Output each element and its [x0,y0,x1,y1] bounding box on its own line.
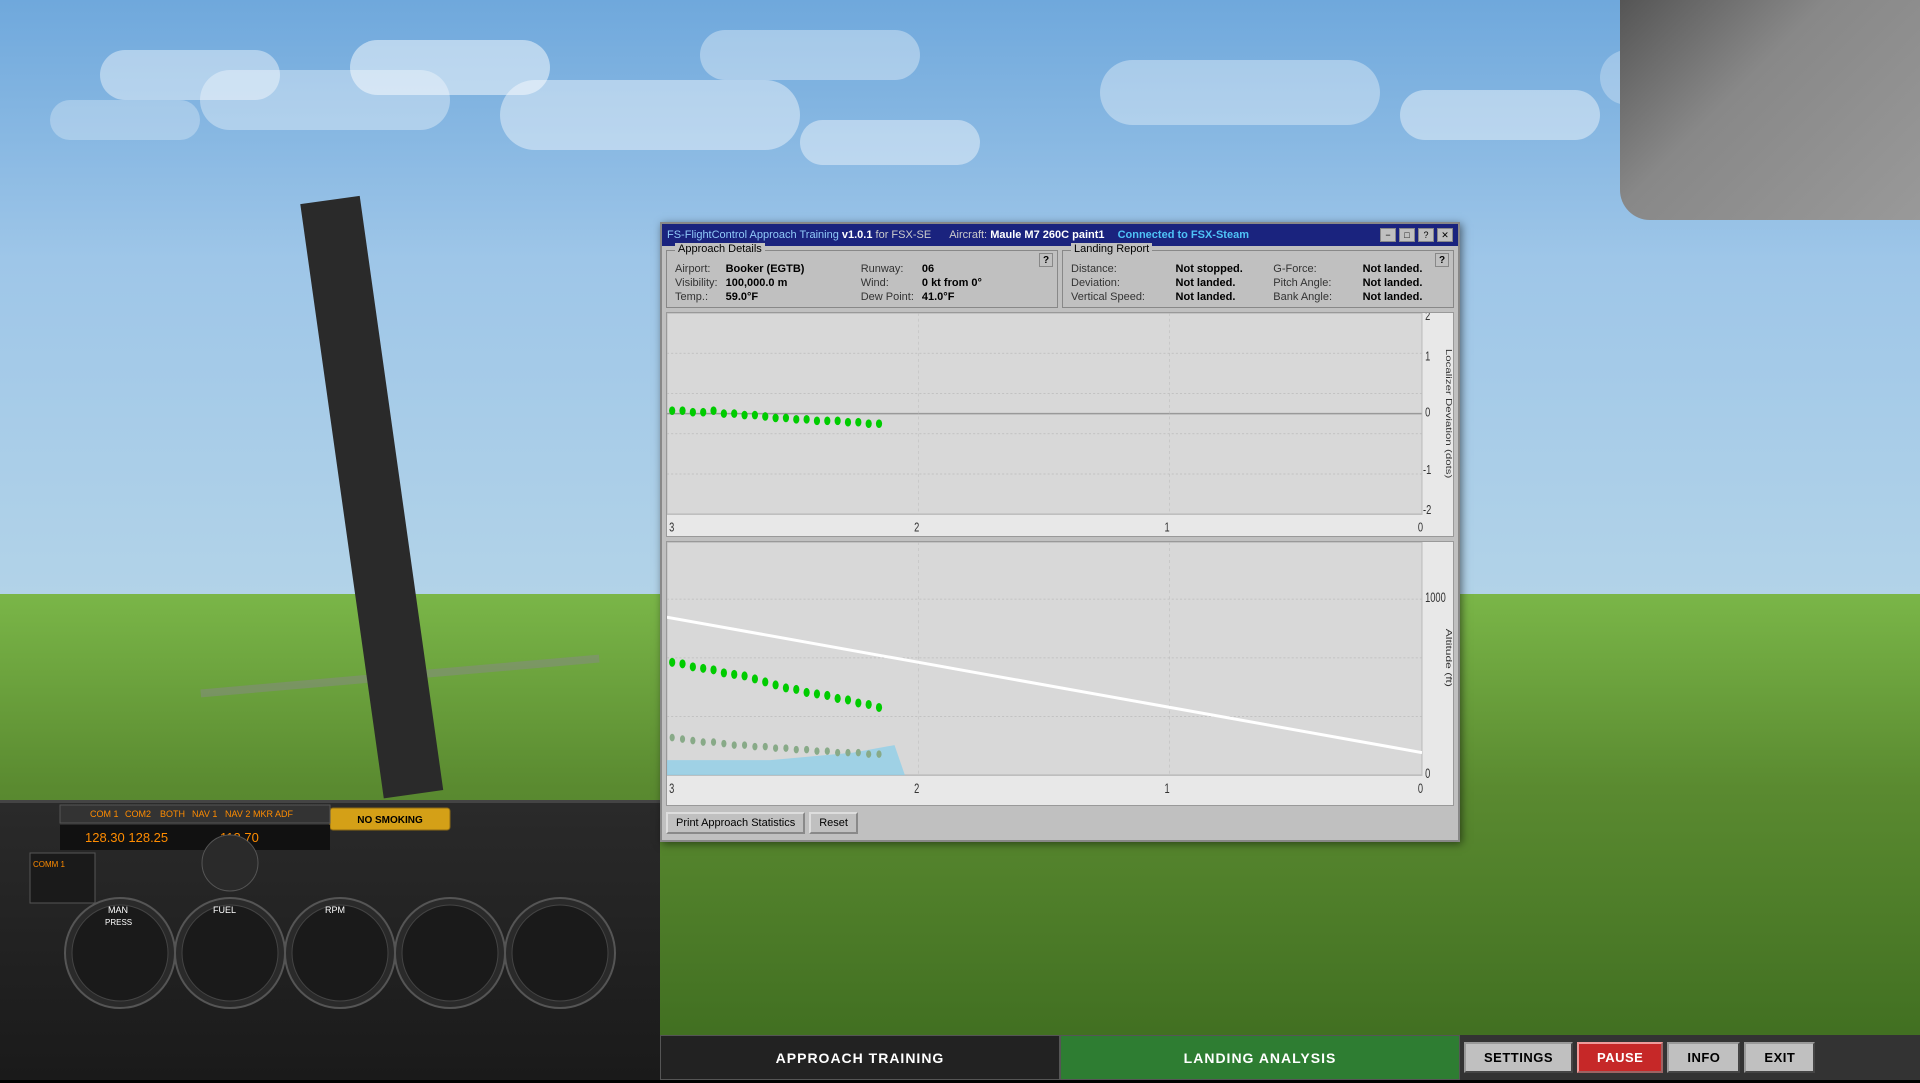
svg-text:2: 2 [914,521,919,535]
dewpoint-value: 41.0°F [922,291,1049,303]
tab-approach-training[interactable]: APPROACH TRAINING [660,1035,1060,1080]
svg-text:PRESS: PRESS [105,918,132,927]
temp-label: Temp.: [675,291,718,303]
temp-value: 59.0°F [726,291,853,303]
svg-text:1000: 1000 [1425,590,1446,605]
visibility-value: 100,000.0 m [726,277,853,289]
landing-report-box: Landing Report ? Distance: Not stopped. … [1062,250,1454,308]
svg-text:2: 2 [914,781,919,796]
app-name: FS-FlightControl Approach Training [667,229,839,241]
instrument-panel: NO SMOKING COM 1 COM2 BOTH NAV 1 NAV 2 M… [0,800,660,1080]
svg-text:3: 3 [669,781,674,796]
dewpoint-label: Dew Point: [861,291,914,303]
runway-label: Runway: [861,263,914,275]
tab-landing-analysis[interactable]: LANDING ANALYSIS [1060,1035,1460,1080]
settings-button[interactable]: SETTINGS [1464,1042,1573,1073]
info-row: Approach Details ? Airport: Booker (EGTB… [666,250,1454,308]
airport-value: Booker (EGTB) [726,263,853,275]
minimize-button[interactable]: − [1380,228,1396,242]
svg-text:NAV 2: NAV 2 [225,809,250,819]
svg-text:MKR: MKR [253,809,274,819]
landing-report-grid: Distance: Not stopped. G-Force: Not land… [1071,263,1445,303]
svg-text:2: 2 [1425,313,1430,324]
svg-text:128.30 128.25: 128.30 128.25 [85,830,168,845]
gforce-value: Not landed. [1363,263,1445,275]
footer-buttons: SETTINGS PAUSE INFO EXIT [1460,1035,1920,1080]
glideslope-chart: 1000 0 3 2 1 0 Altitude (ft) Distance to… [666,541,1454,806]
maximize-button[interactable]: □ [1399,228,1415,242]
svg-text:0: 0 [1425,406,1430,420]
svg-text:1: 1 [1164,781,1169,796]
bottom-bar: Print Approach Statistics Reset [666,810,1454,836]
svg-text:COM 1: COM 1 [90,809,119,819]
deviation-value: Not landed. [1176,277,1266,289]
svg-text:Localizer Deviation (dots): Localizer Deviation (dots) [1443,349,1452,479]
title-bar: FS-FlightControl Approach Training v1.0.… [662,224,1458,246]
for-text: for FSX-SE [876,229,932,241]
wind-value: 0 kt from 0° [922,277,1049,289]
svg-text:1: 1 [1164,521,1169,535]
svg-text:3: 3 [669,521,674,535]
svg-text:1: 1 [1425,350,1430,364]
svg-text:-1: -1 [1423,464,1431,478]
svg-text:RPM: RPM [325,905,345,915]
glideslope-chart-svg: 1000 0 3 2 1 0 Altitude (ft) [667,542,1453,805]
svg-text:0: 0 [1418,521,1423,535]
pause-button[interactable]: PAUSE [1577,1042,1663,1073]
svg-text:Altitude (ft): Altitude (ft) [1443,629,1452,687]
aircraft-name: Maule M7 260C paint1 [990,229,1104,241]
svg-text:ADF: ADF [275,809,294,819]
approach-help-button[interactable]: ? [1039,253,1053,267]
svg-text:FUEL: FUEL [213,905,236,915]
pitch-label: Pitch Angle: [1273,277,1354,289]
print-stats-button[interactable]: Print Approach Statistics [666,812,805,834]
approach-details-grid: Airport: Booker (EGTB) Runway: 06 Visibi… [675,263,1049,303]
panel-content: Approach Details ? Airport: Booker (EGTB… [662,246,1458,840]
vertspeed-value: Not landed. [1176,291,1266,303]
pitch-value: Not landed. [1363,277,1445,289]
help-button[interactable]: ? [1418,228,1434,242]
svg-text:0: 0 [1425,766,1430,781]
localizer-chart-svg: 2 1 0 -1 -2 3 2 1 0 Localizer Deviation … [667,313,1453,536]
svg-text:-2: -2 [1423,504,1431,518]
svg-text:NAV 1: NAV 1 [192,809,217,819]
reset-button[interactable]: Reset [809,812,858,834]
visibility-label: Visibility: [675,277,718,289]
deviation-label: Deviation: [1071,277,1168,289]
approach-details-box: Approach Details ? Airport: Booker (EGTB… [666,250,1058,308]
landing-report-title: Landing Report [1071,243,1152,255]
version-text: v1.0.1 [842,229,873,241]
svg-text:NO SMOKING: NO SMOKING [357,815,423,826]
exit-button[interactable]: EXIT [1744,1042,1815,1073]
wind-label: Wind: [861,277,914,289]
bankangle-value: Not landed. [1363,291,1445,303]
close-button[interactable]: ✕ [1437,228,1453,242]
info-button[interactable]: INFO [1667,1042,1740,1073]
landing-help-button[interactable]: ? [1435,253,1449,267]
svg-text:MAN: MAN [108,905,128,915]
aircraft-label: Aircraft: [949,229,987,241]
title-bar-controls: − □ ? ✕ [1380,228,1453,242]
svg-text:COMM 1: COMM 1 [33,860,66,869]
distance-label: Distance: [1071,263,1168,275]
footer-tabs: APPROACH TRAINING LANDING ANALYSIS [660,1035,1460,1080]
localizer-chart: 2 1 0 -1 -2 3 2 1 0 Localizer Deviation … [666,312,1454,537]
cockpit-frame-top-right [1620,0,1920,220]
vertspeed-label: Vertical Speed: [1071,291,1168,303]
airport-label: Airport: [675,263,718,275]
gforce-label: G-Force: [1273,263,1354,275]
approach-details-title: Approach Details [675,243,765,255]
runway-value: 06 [922,263,1049,275]
svg-text:0: 0 [1418,781,1423,796]
distance-value: Not stopped. [1176,263,1266,275]
title-bar-text: FS-FlightControl Approach Training v1.0.… [667,229,1249,241]
charts-area: 2 1 0 -1 -2 3 2 1 0 Localizer Deviation … [666,312,1454,806]
svg-text:COM2: COM2 [125,809,151,819]
connected-status: Connected to FSX-Steam [1118,229,1249,241]
bankangle-label: Bank Angle: [1273,291,1354,303]
main-panel: FS-FlightControl Approach Training v1.0.… [660,222,1460,842]
svg-text:BOTH: BOTH [160,809,185,819]
